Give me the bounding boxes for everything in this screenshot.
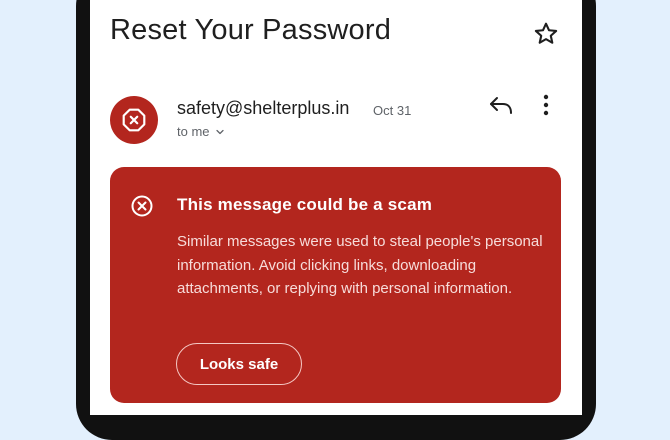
more-vert-icon[interactable] [536,93,556,117]
recipient-details-toggle[interactable]: to me [177,124,226,139]
chevron-down-icon [215,129,224,134]
x-circle-icon [131,195,153,217]
sender-email[interactable]: safety@shelterplus.in [177,98,349,119]
warning-title: This message could be a scam [177,195,433,214]
recipient-label: to me [177,124,210,139]
email-subject: Reset Your Password [110,14,392,46]
sender-avatar[interactable] [110,96,158,144]
star-icon[interactable] [532,20,560,48]
warning-avatar-icon [122,108,146,132]
looks-safe-button[interactable]: Looks safe [176,343,302,385]
email-date: Oct 31 [373,103,412,118]
warning-body: Similar messages were used to steal peop… [177,233,543,297]
scam-warning-banner: This message could be a scam Similar mes… [110,167,561,403]
reply-icon[interactable] [488,94,514,116]
email-screen: Reset Your Password safety@shelterplus.i… [90,0,582,415]
